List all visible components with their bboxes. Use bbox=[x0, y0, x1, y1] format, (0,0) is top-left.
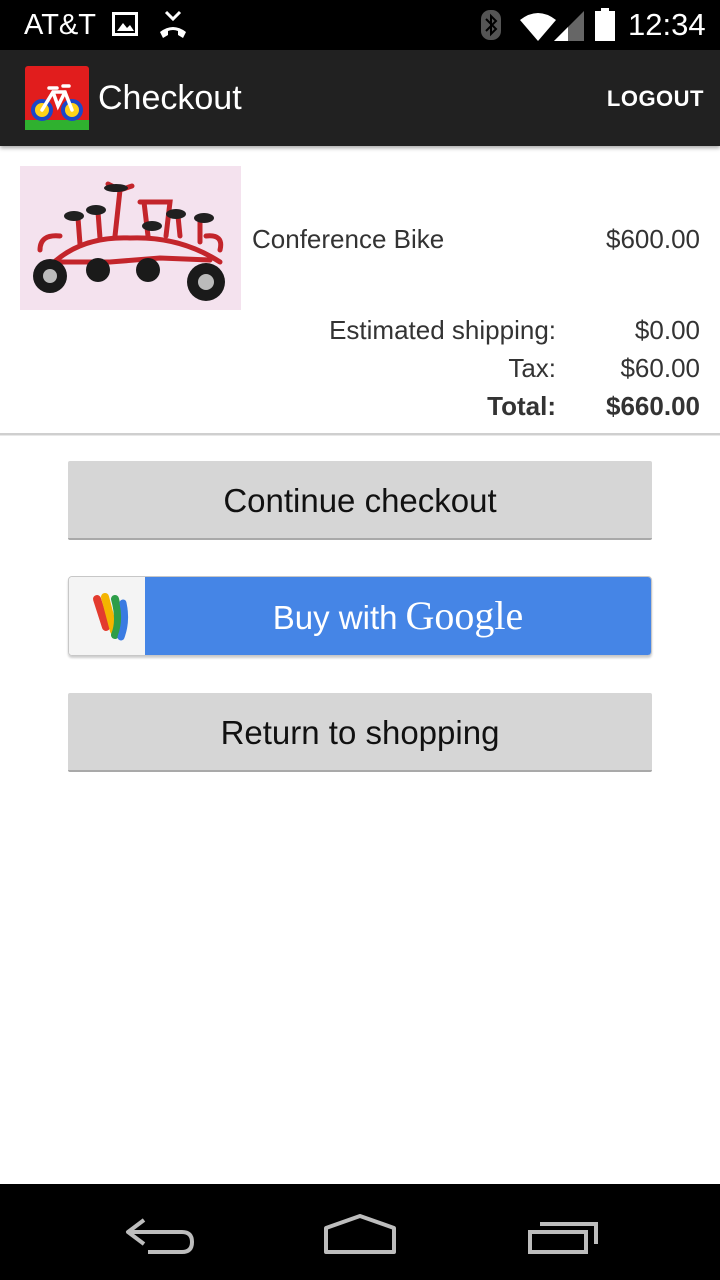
tax-value: $60.00 bbox=[620, 353, 700, 383]
page-title: Checkout bbox=[98, 79, 242, 117]
carrier-label: AT&T bbox=[24, 9, 96, 41]
total-value: $660.00 bbox=[606, 391, 700, 421]
status-time: 12:34 bbox=[628, 7, 706, 42]
bike-logo-icon bbox=[25, 66, 89, 130]
google-wallet-icon bbox=[93, 593, 129, 641]
buy-with-google-label: Buy with Google bbox=[145, 577, 651, 655]
continue-checkout-button[interactable]: Continue checkout bbox=[68, 461, 652, 540]
back-icon[interactable] bbox=[122, 1214, 196, 1256]
battery-icon bbox=[595, 8, 615, 41]
logout-button[interactable]: LOGOUT bbox=[607, 84, 704, 114]
image-icon bbox=[112, 12, 138, 36]
return-to-shopping-button[interactable]: Return to shopping bbox=[68, 693, 652, 772]
buy-with-google-button[interactable]: Buy with Google bbox=[68, 576, 652, 656]
conference-bike-image bbox=[20, 166, 241, 310]
product-price: $600.00 bbox=[606, 224, 700, 254]
buy-with-text: Buy with bbox=[272, 599, 398, 636]
shipping-label: Estimated shipping: bbox=[329, 315, 556, 345]
signal-icon bbox=[554, 11, 584, 41]
recents-icon[interactable] bbox=[526, 1216, 600, 1256]
total-label: Total: bbox=[487, 391, 556, 421]
product-name: Conference Bike bbox=[252, 224, 445, 254]
app-bar: Checkout LOGOUT bbox=[0, 50, 720, 146]
call-icon bbox=[160, 10, 186, 38]
divider bbox=[0, 433, 720, 436]
shipping-value: $0.00 bbox=[634, 315, 700, 345]
home-icon[interactable] bbox=[322, 1212, 398, 1256]
tax-label: Tax: bbox=[508, 353, 556, 383]
bluetooth-icon bbox=[481, 10, 501, 40]
google-brand-text: Google bbox=[405, 593, 524, 638]
google-wallet-icon-box bbox=[69, 577, 145, 655]
status-bar: AT&T 12:34 bbox=[0, 0, 720, 50]
